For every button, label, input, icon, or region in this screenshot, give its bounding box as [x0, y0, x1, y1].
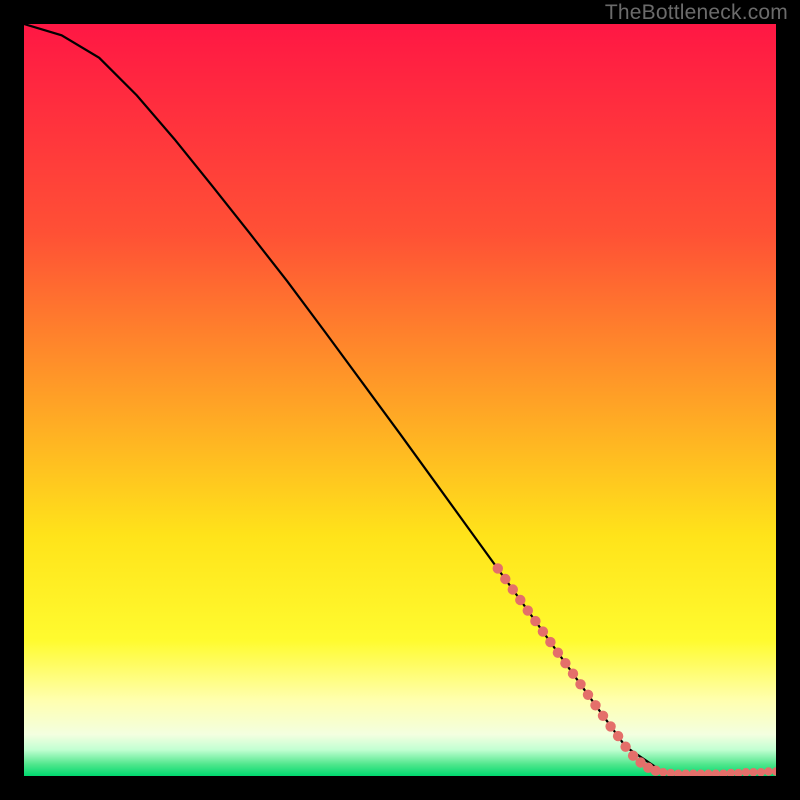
chart-point	[500, 574, 510, 584]
chart-point	[590, 700, 600, 710]
chart-point	[515, 595, 525, 605]
chart-point	[620, 742, 630, 752]
watermark-text: TheBottleneck.com	[605, 1, 788, 25]
chart-point	[652, 767, 660, 775]
chart-svg	[24, 24, 776, 776]
chart-point	[583, 690, 593, 700]
chart-area	[24, 24, 776, 776]
chart-point	[538, 626, 548, 636]
chart-point	[598, 711, 608, 721]
chart-point	[613, 731, 623, 741]
chart-point	[560, 658, 570, 668]
chart-point	[523, 605, 533, 615]
chart-background	[24, 24, 776, 776]
chart-point	[553, 648, 563, 658]
chart-point	[568, 669, 578, 679]
chart-point	[508, 584, 518, 594]
chart-point	[530, 616, 540, 626]
chart-point	[575, 679, 585, 689]
chart-point	[605, 721, 615, 731]
chart-point	[493, 563, 503, 573]
chart-point	[764, 767, 772, 775]
chart-point	[545, 637, 555, 647]
